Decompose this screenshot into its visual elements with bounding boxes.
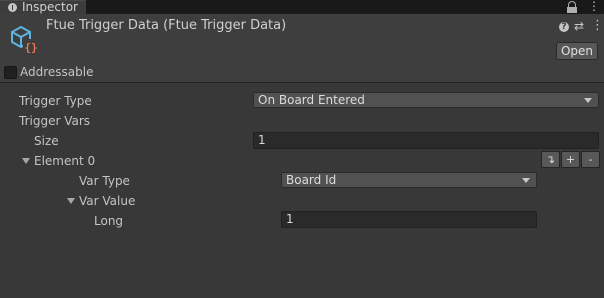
lock-icon[interactable]: [567, 1, 577, 13]
addressable-label: Addressable: [20, 65, 94, 79]
long-field[interactable]: 1: [281, 211, 537, 228]
kebab-menu-icon[interactable]: ⋮: [588, 0, 600, 12]
trigger-type-dropdown[interactable]: On Board Entered: [253, 92, 599, 108]
tab-inspector-label: Inspector: [22, 0, 78, 14]
asset-title: Ftue Trigger Data (Ftue Trigger Data): [46, 18, 287, 33]
tab-inspector[interactable]: Inspector: [0, 0, 86, 14]
var-type-label: Var Type: [79, 174, 130, 188]
trigger-type-value: On Board Entered: [258, 93, 365, 107]
help-icon[interactable]: ?: [559, 22, 569, 32]
remove-element-button[interactable]: -: [581, 151, 600, 168]
inspector-header: {} Ftue Trigger Data (Ftue Trigger Data)…: [0, 14, 604, 63]
addressable-row: Addressable: [0, 63, 604, 83]
size-field[interactable]: 1: [253, 132, 599, 149]
var-value-label[interactable]: Var Value: [79, 194, 135, 208]
svg-text:{}: {}: [24, 41, 37, 54]
open-button[interactable]: Open: [556, 42, 598, 60]
chevron-down-icon: [522, 178, 530, 183]
info-icon: [8, 3, 17, 12]
long-label: Long: [94, 214, 124, 228]
chevron-down-icon: [584, 98, 592, 103]
tab-bar: Inspector ⋮: [0, 0, 604, 14]
trigger-vars-label: Trigger Vars: [19, 114, 91, 128]
add-element-button[interactable]: +: [561, 151, 580, 168]
move-element-button[interactable]: ↴: [541, 151, 560, 168]
element0-label[interactable]: Element 0: [34, 154, 95, 168]
more-options-icon[interactable]: ⋮: [591, 18, 604, 33]
var-value-foldout-arrow[interactable]: [67, 198, 75, 204]
trigger-type-label: Trigger Type: [19, 94, 92, 108]
element0-foldout-arrow[interactable]: [22, 158, 30, 164]
var-type-dropdown[interactable]: Board Id: [281, 172, 537, 188]
scriptable-object-icon: {}: [11, 25, 39, 54]
preset-icon[interactable]: ⇄: [574, 19, 584, 33]
addressable-checkbox[interactable]: [4, 66, 17, 79]
var-type-value: Board Id: [286, 173, 337, 187]
size-label: Size: [34, 134, 59, 148]
